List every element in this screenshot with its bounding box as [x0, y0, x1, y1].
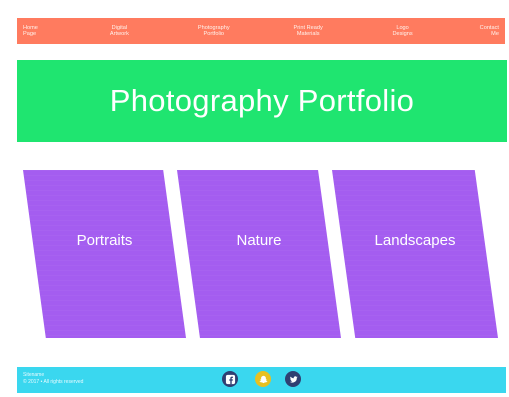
card-label: Nature [236, 231, 282, 249]
category-card-portraits[interactable]: Portraits [23, 170, 186, 338]
top-navigation: Home Page Digital Artwork Photography Po… [17, 18, 505, 44]
category-card-nature[interactable]: Nature [177, 170, 341, 338]
top-strip [0, 0, 509, 18]
category-card-landscapes[interactable]: Landscapes [332, 170, 498, 338]
card-background [177, 170, 341, 338]
nav-logo-designs[interactable]: Logo Designs [381, 25, 425, 38]
hero-banner: Photography Portfolio [17, 60, 507, 142]
facebook-icon[interactable] [222, 371, 238, 387]
footer-copyright: Sitename © 2017 • All rights reserved [23, 372, 84, 385]
twitter-icon[interactable] [285, 371, 301, 387]
nav-photography-portfolio[interactable]: Photography Portfolio [192, 25, 236, 38]
nav-home-page[interactable]: Home Page [23, 25, 47, 38]
page-title: Photography Portfolio [109, 83, 415, 118]
card-background [332, 170, 498, 338]
nav-digital-artwork[interactable]: Digital Artwork [97, 25, 141, 38]
nav-print-ready-materials[interactable]: Print Ready Materials [286, 25, 330, 38]
card-label: Landscapes [374, 231, 456, 249]
card-background [23, 170, 186, 338]
snapchat-icon[interactable] [255, 371, 271, 387]
nav-contact-me[interactable]: Contact Me [475, 25, 499, 38]
site-footer: Sitename © 2017 • All rights reserved [17, 367, 506, 393]
card-label: Portraits [76, 231, 133, 249]
